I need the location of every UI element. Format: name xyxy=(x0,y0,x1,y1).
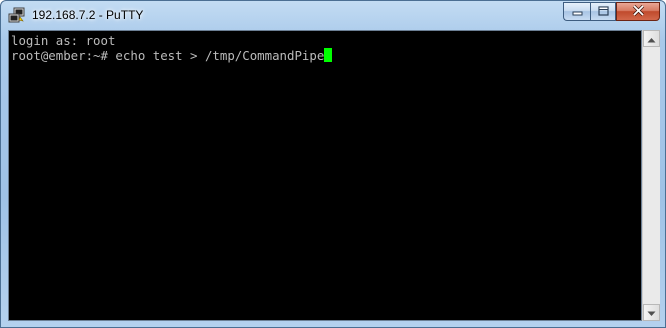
vertical-scrollbar[interactable] xyxy=(642,30,660,321)
scroll-up-button[interactable] xyxy=(643,30,660,47)
putty-window: 192.168.7.2 - PuTTY login as: root root@… xyxy=(0,0,666,328)
scrollbar-track[interactable] xyxy=(643,47,660,304)
maximize-icon xyxy=(597,3,609,21)
arrow-up-icon xyxy=(647,30,656,48)
minimize-button[interactable] xyxy=(563,2,590,21)
minimize-icon xyxy=(572,3,583,21)
close-button[interactable] xyxy=(616,2,660,21)
window-title: 192.168.7.2 - PuTTY xyxy=(32,8,144,22)
terminal-screen[interactable]: login as: root root@ember:~# echo test >… xyxy=(8,30,642,321)
text-cursor xyxy=(324,48,333,62)
putty-icon[interactable] xyxy=(8,7,26,24)
scroll-down-button[interactable] xyxy=(643,304,660,321)
terminal-line-text: root@ember:~# echo test > /tmp/CommandPi… xyxy=(11,48,325,63)
terminal-line: login as: root xyxy=(11,33,116,48)
maximize-button[interactable] xyxy=(590,2,616,21)
terminal-line: root@ember:~# echo test > /tmp/CommandPi… xyxy=(11,48,641,63)
title-bar[interactable]: 192.168.7.2 - PuTTY xyxy=(1,1,665,30)
arrow-down-icon xyxy=(647,304,656,322)
close-icon xyxy=(632,3,645,21)
